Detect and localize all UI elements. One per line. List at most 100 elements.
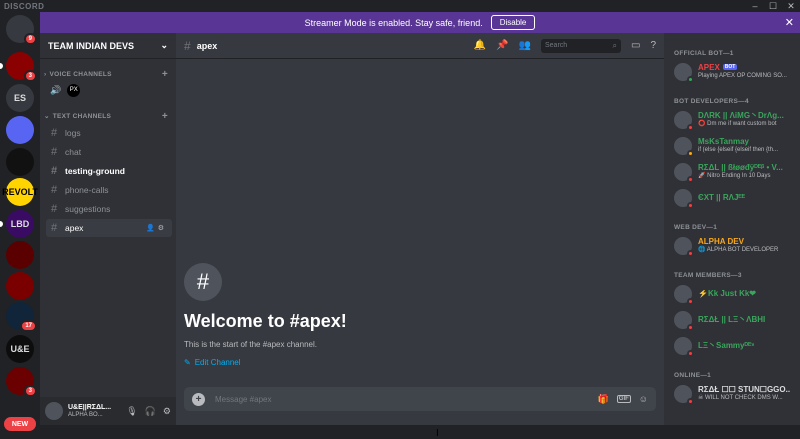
- mention-badge: 9: [23, 33, 37, 45]
- guild-header[interactable]: TEAM INDIAN DEVS ⌄: [40, 33, 176, 59]
- avatar[interactable]: [45, 402, 63, 420]
- new-button[interactable]: NEW: [4, 417, 36, 431]
- invite-icon[interactable]: 👤: [146, 225, 158, 232]
- hash-icon: #: [51, 203, 58, 215]
- window-controls: – ☐ ✕: [746, 0, 800, 12]
- member-item[interactable]: LΞ丶Sammyᴰᴱᵛ: [664, 333, 800, 359]
- disable-button[interactable]: Disable: [490, 15, 536, 30]
- mute-icon[interactable]: 🎙: [126, 406, 137, 417]
- gif-button[interactable]: GIF: [616, 395, 631, 403]
- bell-icon[interactable]: 🔔: [474, 40, 486, 51]
- avatar: [674, 63, 694, 83]
- user-panel: U&E||RΣΔL... ALPHA BO... 🎙 🎧 ⚙: [40, 397, 176, 425]
- server-icon[interactable]: [6, 116, 34, 144]
- member-status: 🚀 Nitro Ending In 10 Days: [698, 173, 771, 180]
- hash-icon: #: [51, 184, 58, 196]
- avatar: [674, 189, 694, 209]
- server-icon[interactable]: [6, 241, 34, 269]
- channel-apex[interactable]: # apex 👤⚙: [46, 219, 172, 237]
- status-indicator: [687, 176, 694, 183]
- headphones-icon[interactable]: 🎧: [145, 406, 156, 417]
- member-item[interactable]: ЄXT || RΛJᴱᴱ: [664, 185, 800, 211]
- avatar: [674, 385, 694, 405]
- member-item[interactable]: MsKsTanmay if (else {elseif {elseif then …: [664, 133, 800, 159]
- voice-category[interactable]: › VOICE CHANNELS +: [40, 67, 176, 81]
- minimize-icon[interactable]: –: [746, 0, 764, 12]
- member-status: ⭕ Dm me if want custom bot: [698, 121, 777, 128]
- status-indicator: [687, 76, 694, 83]
- server-icon[interactable]: 9: [6, 15, 37, 45]
- username: U&E||RΣΔL...: [68, 404, 112, 412]
- channel-suggestions[interactable]: # suggestions: [46, 200, 172, 218]
- edit-channel-link[interactable]: ✎ Edit Channel: [184, 358, 347, 367]
- avatar: [674, 337, 694, 357]
- welcome-subtitle: This is the start of the #apex channel.: [184, 340, 317, 349]
- channel-phone-calls[interactable]: # phone-calls: [46, 181, 172, 199]
- voice-channel[interactable]: 🔊 PX: [40, 81, 176, 99]
- mention-badge: 3: [23, 70, 37, 82]
- channel-testing-ground[interactable]: # testing-ground: [46, 162, 172, 180]
- server-icon[interactable]: [6, 148, 34, 176]
- avatar: [674, 237, 694, 257]
- member-item[interactable]: RΣΔŁ || LΞ丶ΛBHI: [664, 307, 800, 333]
- server-icon[interactable]: U&E: [6, 335, 34, 363]
- member-item[interactable]: ALPHA DEV 🌐 ALPHA BOT DEVELOPER: [664, 233, 800, 259]
- emoji-icon[interactable]: ☺: [639, 394, 648, 404]
- server-icon[interactable]: [6, 272, 34, 300]
- members-icon[interactable]: 👥: [519, 40, 531, 51]
- member-group-title: OFFICIAL BOT—1: [674, 49, 734, 57]
- avatar: [674, 311, 694, 331]
- help-icon[interactable]: ?: [650, 40, 656, 51]
- server-icon[interactable]: ES: [6, 84, 34, 112]
- server-icon[interactable]: 3: [6, 52, 37, 82]
- text-category[interactable]: ⌄ TEXT CHANNELS +: [40, 109, 176, 123]
- message-input[interactable]: Message #apex: [215, 395, 271, 404]
- member-item[interactable]: APEX BOT Playing APEX OP COMING SO...: [664, 59, 800, 85]
- voice-user-avatar[interactable]: PX: [67, 83, 81, 97]
- banner-text: Streamer Mode is enabled. Stay safe, fri…: [304, 17, 483, 28]
- banner-close-icon[interactable]: ✕: [785, 16, 794, 29]
- member-name: DΛRK || ΛiMG丶DrΛg...: [698, 112, 784, 121]
- gift-icon[interactable]: 🎁: [598, 394, 609, 405]
- pin-icon[interactable]: 📌: [496, 40, 508, 51]
- close-icon[interactable]: ✕: [782, 0, 800, 12]
- inbox-icon[interactable]: ▭: [631, 40, 640, 51]
- channel-chat[interactable]: # chat: [46, 143, 172, 161]
- member-name: ⚡Kk Just Kk❤: [698, 289, 757, 298]
- status-indicator: [687, 298, 694, 305]
- gear-icon[interactable]: ⚙: [158, 225, 167, 232]
- server-label: LBD: [10, 219, 30, 229]
- channel-hash-icon: #: [184, 263, 222, 301]
- gear-icon[interactable]: ⚙: [163, 406, 171, 417]
- hash-icon: #: [51, 127, 58, 139]
- server-label: ES: [13, 93, 26, 103]
- server-icon[interactable]: 17: [6, 302, 37, 332]
- member-status: if (else {elseif {elseif then {th...: [698, 147, 779, 154]
- status-indicator: [687, 350, 694, 357]
- server-icon[interactable]: REVOLT: [2, 178, 38, 206]
- title-bar: DISCORD – ☐ ✕: [0, 0, 800, 12]
- user-status: ALPHA BO...: [68, 411, 103, 418]
- status-indicator: [687, 150, 694, 157]
- search-input[interactable]: Search ⌕: [540, 38, 621, 53]
- member-item[interactable]: RΣΔŁ ☐☐ STUN☐GGO... ☠ WILL NOT CHECK DMS …: [664, 381, 800, 407]
- member-name: LΞ丶Sammyᴰᴱᵛ: [698, 341, 755, 350]
- add-attachment-icon[interactable]: +: [192, 392, 205, 406]
- server-rail: 9 3 ES REVOLT LBD 17 U&E 3 NEW: [0, 12, 40, 431]
- message-composer[interactable]: + Message #apex 🎁 GIF ☺: [184, 387, 656, 411]
- avatar: [674, 285, 694, 305]
- add-channel-icon[interactable]: +: [162, 69, 168, 80]
- add-channel-icon[interactable]: +: [162, 111, 168, 122]
- maximize-icon[interactable]: ☐: [764, 0, 782, 12]
- member-item[interactable]: DΛRK || ΛiMG丶DrΛg... ⭕ Dm me if want cust…: [664, 107, 800, 133]
- member-item[interactable]: ⚡Kk Just Kk❤: [664, 281, 800, 307]
- channel-logs[interactable]: # logs: [46, 124, 172, 142]
- avatar: [674, 111, 694, 131]
- member-name: RΣΔŁ || LΞ丶ΛBHI: [698, 315, 766, 324]
- member-name: ALPHA DEV: [698, 238, 744, 247]
- server-icon[interactable]: 3: [6, 367, 37, 397]
- channel-name: apex: [196, 40, 218, 51]
- status-indicator: [687, 398, 694, 405]
- member-item[interactable]: RΣΔL || ßłøøđÿᴰᴱᵝ • V... 🚀 Nitro Ending I…: [664, 159, 800, 185]
- server-icon[interactable]: LBD: [6, 210, 34, 238]
